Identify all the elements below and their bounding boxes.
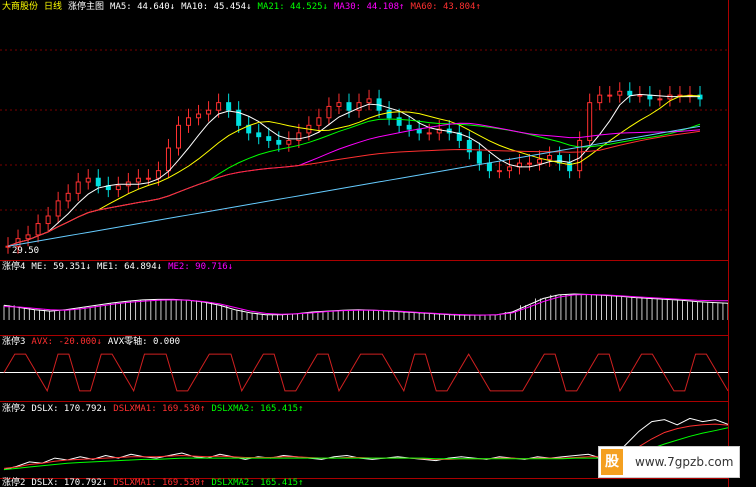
- candle-body: [406, 124, 412, 130]
- ma-line: [7, 94, 701, 247]
- sub3-header: 涨停2 DSLX: 170.792↓ DSLXMA1: 169.530↑ DSLXMA…: [2, 404, 316, 415]
- indicator-name: 涨停4: [2, 262, 26, 272]
- candle-body: [527, 162, 533, 165]
- candle-body: [597, 94, 603, 104]
- dslx-legend-item: DSLXMA1: 169.530↑: [113, 478, 206, 487]
- candle-body: [85, 177, 91, 183]
- candle-body: [637, 94, 643, 97]
- candle-body: [186, 117, 192, 126]
- dslx-legend-item: DSLXMA1: 169.530↑: [113, 404, 206, 414]
- candle-body: [537, 158, 543, 164]
- stock-name: 大商股份: [2, 2, 39, 12]
- candle-body: [627, 90, 633, 96]
- me-legend-item: ME: 59.351↓: [31, 262, 92, 272]
- candle-body: [657, 98, 663, 101]
- dslx-legend-item: DSLX: 170.792↓: [31, 478, 108, 487]
- sub2-header: 涨停3 AVX: -20.000↓ AVX零轴: 0.000: [2, 337, 192, 348]
- candle-body: [35, 223, 41, 236]
- watermark-logo: 股: [601, 449, 623, 475]
- candle-body: [145, 177, 151, 180]
- indicator-name: 涨停2: [2, 478, 26, 487]
- candle-body: [476, 151, 482, 164]
- indicator-name: 涨停3: [2, 337, 26, 347]
- candle-body: [65, 192, 71, 202]
- avx-legend-item: AVX零轴: 0.000: [107, 337, 181, 347]
- candle-body: [587, 102, 593, 141]
- candle-body: [617, 90, 623, 96]
- period-label: 日线: [44, 2, 63, 12]
- indicator-name: 涨停主图: [68, 2, 105, 12]
- candle-body: [175, 124, 181, 149]
- candle-body: [75, 181, 81, 194]
- panel-divider: [0, 335, 728, 336]
- candle-body: [547, 155, 553, 160]
- candle-body: [226, 102, 232, 111]
- me-legend-item: ME1: 64.894↓: [97, 262, 163, 272]
- dslx-legend-item: DSLX: 170.792↓: [31, 404, 108, 414]
- candle-body: [165, 147, 171, 172]
- chart-root: { "header_main": { "stock": "大商股份", "per…: [0, 0, 756, 487]
- candle-body: [326, 105, 332, 119]
- candle-body: [426, 132, 432, 135]
- candle-body: [135, 177, 141, 183]
- sub4-header: 涨停2 DSLX: 170.792↓ DSLXMA1: 169.530↑ DSLXMA…: [2, 478, 316, 487]
- candle-body: [496, 170, 502, 173]
- candle-body: [286, 139, 292, 145]
- indicator-name: 涨停2: [2, 404, 26, 414]
- candle-body: [336, 102, 342, 107]
- watermark: 股 www.7gpzb.com: [598, 446, 740, 478]
- candle-body: [276, 139, 282, 145]
- candle-body: [95, 177, 101, 187]
- candle-body: [155, 170, 161, 179]
- candle-body: [266, 136, 272, 141]
- avx-legend-item: AVX: -20.000↓: [31, 337, 102, 347]
- watermark-url: www.7gpzb.com: [635, 455, 734, 469]
- candle-body: [256, 132, 262, 138]
- ma-legend-item: MA60: 43.804↑: [410, 2, 481, 12]
- candle-body: [45, 215, 51, 225]
- ma-legend-item: MA10: 45.454↓: [181, 2, 252, 12]
- candle-body: [316, 117, 322, 126]
- me-legend-item: ME2: 90.716↓: [168, 262, 234, 272]
- candle-body: [386, 109, 392, 119]
- dslx-legend-item: DSLXMA2: 165.415↑: [211, 478, 304, 487]
- candle-body: [346, 102, 352, 111]
- panel-divider: [0, 260, 728, 261]
- ma-legend-item: MA30: 44.108↑: [333, 2, 405, 12]
- candle-body: [216, 102, 222, 111]
- right-axis-line: [728, 0, 729, 487]
- main-header: 大商股份 日线 涨停主图 MA5: 44.640↓ MA10: 45.454↓ MA21:…: [2, 2, 493, 13]
- candle-body: [196, 113, 202, 119]
- dslx-legend-item: DSLXMA2: 165.415↑: [211, 404, 304, 414]
- candle-body: [607, 94, 613, 97]
- ma-line: [7, 93, 700, 247]
- candle-body: [25, 234, 31, 240]
- candle-body: [506, 166, 512, 172]
- price-low-label: 29.50: [12, 246, 40, 256]
- ma-legend-item: MA21: 44.525↓: [257, 2, 328, 12]
- panel-divider: [0, 401, 728, 402]
- sub1-header: 涨停4 ME: 59.351↓ ME1: 64.894↓ ME2: 90.716↓: [2, 262, 245, 273]
- me1-line: [3, 293, 729, 316]
- ma-legend-item: MA5: 44.640↓: [110, 2, 176, 12]
- candle-body: [366, 98, 372, 104]
- candle-body: [206, 109, 212, 115]
- ma-line: [7, 130, 701, 247]
- candle-body: [115, 185, 121, 191]
- candle-body: [55, 200, 61, 217]
- candle-body: [486, 162, 492, 172]
